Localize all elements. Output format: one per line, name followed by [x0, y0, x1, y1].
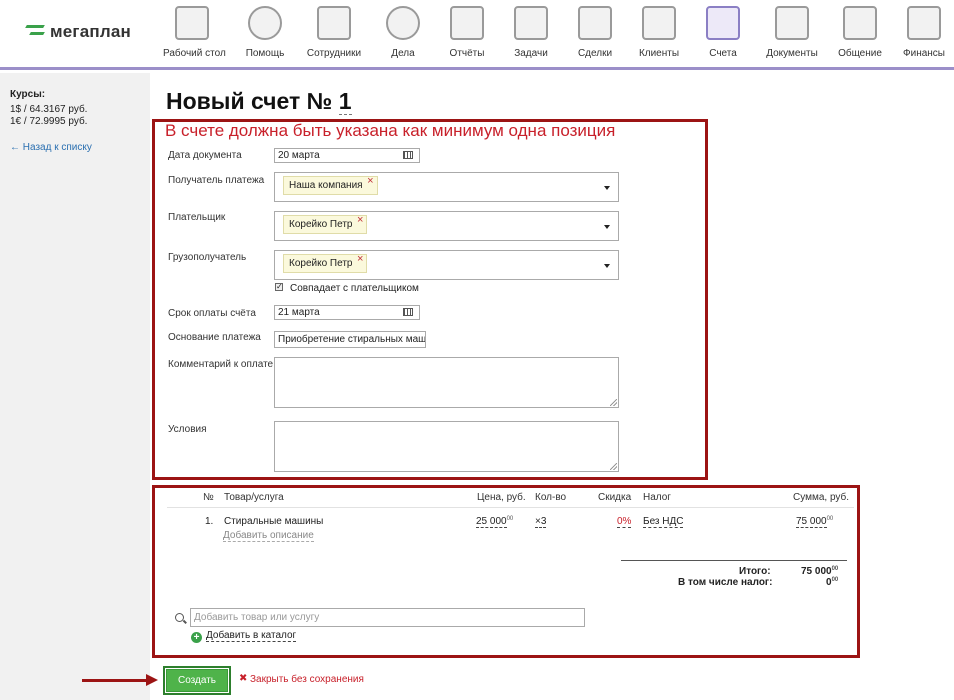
basis-label: Основание платежа	[168, 332, 261, 343]
resize-grip-icon[interactable]	[610, 399, 617, 406]
col-price-header: Цена, руб.	[477, 492, 526, 503]
row-discount[interactable]: 0%	[617, 516, 632, 528]
same-as-payer-label: Совпадает с плательщиком	[290, 283, 419, 294]
nav-desktop[interactable]: Рабочий стол	[163, 6, 226, 66]
megaplan-logo[interactable]: мегаплан	[26, 22, 131, 42]
row-qty[interactable]: ×3	[535, 516, 547, 528]
row-product: Стиральные машины	[224, 516, 324, 527]
add-item-input[interactable]: Добавить товар или услугу	[190, 608, 585, 627]
total-label: Итого:	[739, 566, 771, 577]
employees-icon	[317, 6, 351, 40]
doc-date-label: Дата документа	[168, 150, 242, 161]
error-message: В счете должна быть указана как минимум …	[165, 121, 616, 140]
rates-title: Курсы:	[10, 89, 46, 100]
terms-textarea[interactable]	[274, 421, 619, 472]
nav-deals[interactable]: Сделки	[576, 6, 614, 66]
chat-icon	[843, 6, 877, 40]
safe-icon	[907, 6, 941, 40]
consignee-select[interactable]: Корейко Петр ×	[274, 250, 619, 280]
nav-reports[interactable]: Отчёты	[446, 6, 488, 66]
resize-grip-icon[interactable]	[610, 463, 617, 470]
briefcase-icon	[578, 6, 612, 40]
comment-label: Комментарий к оплате	[168, 359, 274, 370]
consignee-chip: Корейко Петр ×	[283, 251, 368, 273]
nav-affairs[interactable]: Дела	[385, 6, 421, 66]
nav-tasks[interactable]: Задачи	[512, 6, 550, 66]
remove-chip-icon[interactable]: ×	[357, 251, 363, 268]
add-description-link[interactable]: Добавить описание	[223, 530, 314, 542]
nav-communication[interactable]: Общение	[838, 6, 882, 66]
row-num: 1.	[205, 516, 214, 527]
doc-date-field[interactable]: 20 марта	[274, 148, 420, 163]
nav-invoices[interactable]: Счета	[704, 6, 742, 66]
back-to-list-link[interactable]: ← Назад к списку	[10, 142, 92, 153]
dropdown-arrow-icon[interactable]	[604, 264, 610, 268]
payee-chip: Наша компания ×	[283, 173, 378, 195]
close-x-icon[interactable]: ✖	[239, 673, 247, 684]
remove-chip-icon[interactable]: ×	[367, 173, 373, 190]
top-navigation: мегаплан Рабочий стол Помощь Сотрудники …	[0, 0, 954, 70]
nav-documents[interactable]: Документы	[765, 6, 819, 66]
col-qty-header: Кол-во	[535, 492, 567, 503]
plus-icon[interactable]: +	[191, 632, 202, 643]
tax-total-value: 000	[826, 577, 839, 588]
create-button[interactable]: Создать	[163, 666, 231, 695]
folder-icon	[775, 6, 809, 40]
nav-clients[interactable]: Клиенты	[638, 6, 680, 66]
totals-divider	[621, 560, 847, 561]
due-date-field[interactable]: 21 марта	[274, 305, 420, 320]
tax-total-label: В том числе налог:	[678, 577, 773, 588]
basis-field[interactable]: Приобретение стиральных маш	[274, 331, 426, 348]
row-tax[interactable]: Без НДС	[643, 516, 684, 528]
row-price[interactable]: 25 00000	[476, 516, 513, 528]
clock-icon	[386, 6, 420, 40]
invoice-number[interactable]: 1	[338, 88, 352, 115]
search-icon	[175, 613, 184, 622]
nav-help[interactable]: Помощь	[240, 6, 290, 66]
header-divider	[167, 507, 854, 508]
pointer-arrow-head-icon	[146, 674, 158, 686]
col-sum-header: Сумма, руб.	[793, 492, 850, 503]
comment-textarea[interactable]	[274, 357, 619, 408]
payer-select[interactable]: Корейко Петр ×	[274, 211, 619, 241]
consignee-label: Грузополучатель	[168, 252, 247, 263]
invoices-icon	[706, 6, 740, 40]
rate-eur: 1€ / 72.9995 руб.	[10, 116, 88, 127]
page-title: Новый счет № 1	[166, 88, 352, 115]
same-as-payer-checkbox[interactable]: ✓	[275, 283, 283, 291]
nav-employees[interactable]: Сотрудники	[305, 6, 363, 66]
logo-mark-icon	[26, 23, 48, 39]
calendar-icon[interactable]	[403, 308, 413, 316]
pointer-arrow	[82, 679, 148, 682]
add-to-catalog-link[interactable]: Добавить в каталог	[206, 630, 297, 642]
due-date-label: Срок оплаты счёта	[168, 308, 256, 319]
col-tax-header: Налог	[643, 492, 671, 503]
total-value: 75 00000	[801, 566, 839, 577]
payer-label: Плательщик	[168, 212, 226, 223]
rate-usd: 1$ / 64.3167 руб.	[10, 104, 88, 115]
payee-select[interactable]: Наша компания ×	[274, 172, 619, 202]
dropdown-arrow-icon[interactable]	[604, 225, 610, 229]
terms-label: Условия	[168, 424, 207, 435]
payee-label: Получатель платежа	[168, 175, 265, 186]
address-book-icon	[642, 6, 676, 40]
col-num-header: №	[203, 492, 214, 503]
col-product-header: Товар/услуга	[224, 492, 284, 503]
sidebar: Курсы: 1$ / 64.3167 руб. 1€ / 72.9995 ру…	[0, 73, 150, 700]
col-discount-header: Скидка	[598, 492, 632, 503]
calendar-icon[interactable]	[403, 151, 413, 159]
logo-text: мегаплан	[50, 22, 131, 41]
report-chart-icon	[450, 6, 484, 40]
row-sum[interactable]: 75 00000	[796, 516, 833, 528]
lifebuoy-icon	[248, 6, 282, 40]
desktop-icon	[175, 6, 209, 40]
nav-finance[interactable]: Финансы	[902, 6, 946, 66]
dropdown-arrow-icon[interactable]	[604, 186, 610, 190]
close-without-saving-link[interactable]: Закрыть без сохранения	[250, 674, 364, 685]
clipboard-check-icon	[514, 6, 548, 40]
remove-chip-icon[interactable]: ×	[357, 212, 363, 229]
payer-chip: Корейко Петр ×	[283, 212, 368, 234]
